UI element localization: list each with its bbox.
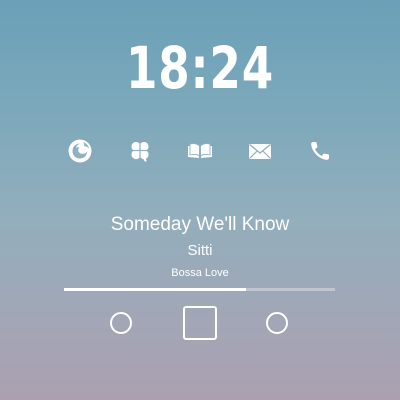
track-album: Bossa Love — [171, 267, 229, 279]
track-title: Someday We'll Know — [110, 214, 290, 235]
firefox-icon — [68, 139, 92, 163]
book-icon — [188, 143, 212, 158]
playback-controls — [0, 304, 400, 342]
next-button[interactable] — [258, 304, 296, 342]
play-pause-square-icon — [183, 306, 217, 340]
mail-icon — [249, 143, 271, 159]
play-pause-button[interactable] — [181, 304, 219, 342]
clock-time: 18:24 — [126, 34, 274, 102]
previous-circle-icon — [110, 312, 132, 334]
track-artist: Sitti — [187, 242, 213, 259]
lock-screen: 18:24 Someday We'll Know Sitti Bossa Lov… — [0, 0, 400, 400]
next-circle-icon — [266, 312, 288, 334]
dock-app-firefox[interactable] — [66, 137, 94, 165]
previous-button[interactable] — [102, 304, 140, 342]
playback-progress-fill — [64, 288, 246, 291]
playback-progress-bar[interactable] — [64, 288, 335, 291]
phone-icon — [311, 142, 329, 160]
dock-app-book[interactable] — [186, 137, 214, 165]
clover-icon — [131, 141, 149, 162]
dock-app-clover[interactable] — [126, 137, 154, 165]
dock-app-mail[interactable] — [246, 137, 274, 165]
app-dock — [66, 137, 334, 165]
dock-app-phone[interactable] — [306, 137, 334, 165]
